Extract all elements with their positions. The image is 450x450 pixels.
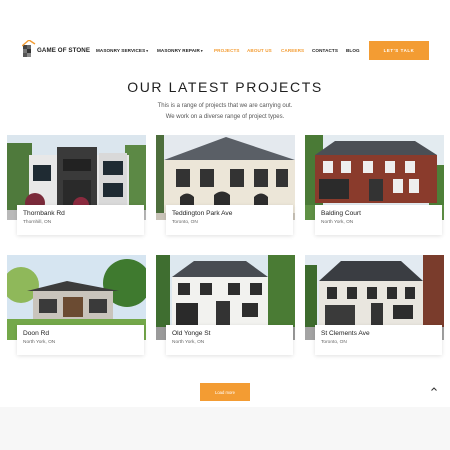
project-card-label: St Clements Ave Toronto, ON [315,325,442,355]
nav-item-contacts[interactable]: CONTACTS [312,48,338,53]
stone-logo-icon [22,40,36,57]
project-location: North York, ON [23,340,56,345]
section-description-line-1: This is a range of projects that we are … [157,103,293,109]
project-card-label: Doon Rd North York, ON [17,325,144,355]
project-location: North York, ON [172,340,205,345]
logo[interactable]: GAME OF STONE [22,40,92,62]
load-more-button[interactable]: Load more [200,383,250,401]
chevron-up-icon[interactable] [429,385,439,395]
chevron-down-icon: ▾ [200,49,203,53]
lets-talk-button[interactable]: LET'S TALK [369,41,429,60]
footer-area [0,407,450,450]
project-name[interactable]: Doon Rd [23,330,144,337]
scroll-top-arrow [431,387,437,391]
project-name[interactable]: Thornbank Rd [23,210,144,217]
nav-item-careers[interactable]: CAREERS [281,48,304,53]
project-location: Toronto, ON [321,340,347,345]
project-card-label: Teddington Park Ave Toronto, ON [166,205,293,235]
project-card-label: Balding Court North York, ON [315,205,442,235]
nav-item-masonry-services[interactable]: MASONRY SERVICES▾ [96,48,148,53]
nav-item-about-us[interactable]: ABOUT US [247,48,272,53]
project-name[interactable]: St Clements Ave [321,330,442,337]
nav-label: MASONRY SERVICES [96,48,146,53]
project-name[interactable]: Balding Court [321,210,442,217]
brand-name: GAME OF STONE [37,47,91,54]
nav-item-projects[interactable]: PROJECTS [214,48,240,53]
nav-item-masonry-repair[interactable]: MASONRY REPAIR▾ [157,48,203,53]
chevron-down-icon: ▾ [146,49,149,53]
nav-item-blog[interactable]: BLOG [346,48,360,53]
project-location: Thornhill, ON [23,220,52,225]
project-card-label: Thornbank Rd Thornhill, ON [17,205,144,235]
project-location: Toronto, ON [172,220,198,225]
site-header: GAME OF STONE MASONRY SERVICES▾ MASONRY … [0,36,450,66]
page-title: OUR LATEST PROJECTS [127,79,323,95]
project-location: North York, ON [321,220,354,225]
project-name[interactable]: Old Yonge St [172,330,293,337]
section-description-line-2: We work on a diverse range of project ty… [165,114,285,120]
project-card-label: Old Yonge St North York, ON [166,325,293,355]
nav-label: MASONRY REPAIR [157,48,200,53]
project-name[interactable]: Teddington Park Ave [172,210,293,217]
